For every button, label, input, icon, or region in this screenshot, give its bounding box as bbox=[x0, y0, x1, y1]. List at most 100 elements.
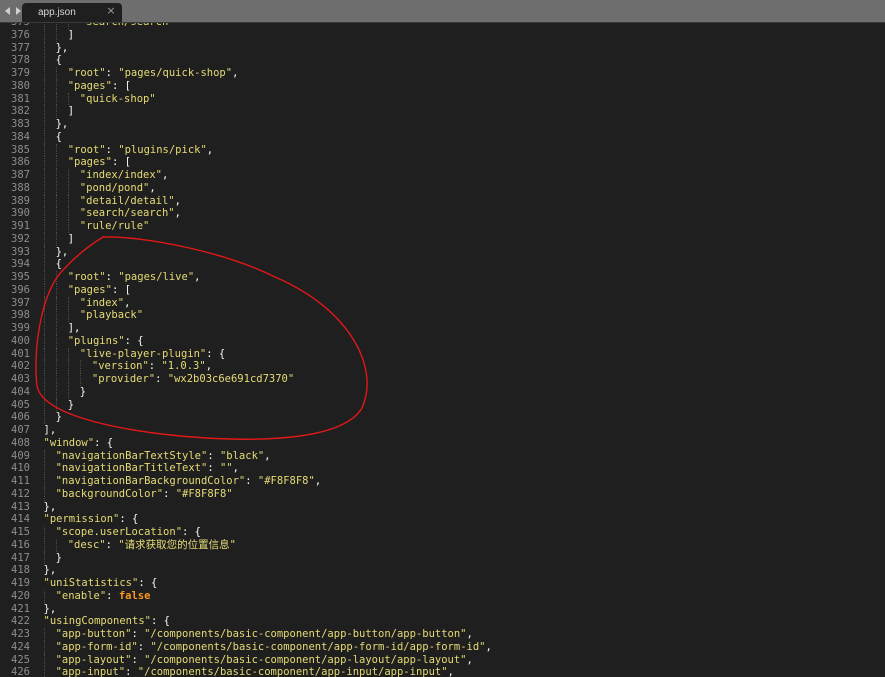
code-text: "app-button": "/components/basic-compone… bbox=[56, 628, 473, 641]
file-tab[interactable]: app.json × bbox=[22, 3, 122, 22]
code-token: false bbox=[118, 589, 151, 602]
indent-guide bbox=[43, 666, 45, 677]
indent-guide bbox=[43, 411, 45, 424]
indent-guide bbox=[43, 589, 45, 603]
code-token: , bbox=[447, 666, 454, 677]
indent-guide bbox=[79, 373, 81, 386]
indent-guide bbox=[67, 194, 69, 208]
indent-guide bbox=[55, 296, 57, 310]
code-token: "app-input" bbox=[55, 666, 126, 677]
code-token: , bbox=[124, 296, 131, 309]
code-text: ] bbox=[68, 29, 74, 42]
code-token: : bbox=[207, 462, 220, 475]
code-token: "app-layout" bbox=[55, 653, 132, 666]
line-number: 376 bbox=[11, 28, 30, 41]
code-token: "usingComponents" bbox=[43, 615, 151, 628]
indent-guide bbox=[55, 309, 57, 322]
indent-guide bbox=[43, 105, 45, 118]
line-number: 416 bbox=[11, 538, 30, 551]
indent-guide bbox=[67, 169, 69, 182]
code-token: , bbox=[194, 271, 201, 283]
tab-navigation bbox=[4, 3, 22, 19]
line-number: 393 bbox=[11, 245, 30, 258]
indent-guide bbox=[55, 156, 57, 169]
code-line: 425 "app-layout": "/components/basic-comp… bbox=[0, 653, 885, 667]
indent-guide bbox=[43, 130, 45, 144]
code-token: , bbox=[206, 143, 214, 156]
indent-guide bbox=[55, 385, 57, 399]
code-text: "provider": "wx2b03c6e691cd7370" bbox=[92, 373, 294, 386]
code-token: , bbox=[174, 207, 181, 220]
forward-arrow-icon[interactable] bbox=[14, 4, 22, 18]
code-token: : { bbox=[182, 526, 201, 538]
close-icon[interactable]: × bbox=[105, 5, 117, 17]
code-token: { bbox=[55, 258, 62, 271]
line-number: 405 bbox=[11, 398, 30, 411]
code-token: } bbox=[67, 398, 75, 411]
code-line: 385 "root": "plugins/pick", bbox=[0, 143, 885, 157]
code-token: : bbox=[148, 360, 162, 373]
code-line: 412 "backgroundColor": "#F8F8F8" bbox=[0, 487, 885, 501]
code-line: 402 "version": "1.0.3", bbox=[0, 360, 885, 373]
indent-guide bbox=[43, 28, 45, 42]
indent-guide bbox=[43, 296, 45, 310]
indent-guide bbox=[43, 398, 45, 412]
indent-guide bbox=[55, 347, 57, 361]
code-token: , bbox=[314, 475, 322, 487]
code-token: "wx2b03c6e691cd7370" bbox=[167, 373, 295, 385]
code-line: 419 "uniStatistics": { bbox=[0, 577, 885, 590]
code-token: , bbox=[232, 462, 239, 475]
back-arrow-icon[interactable] bbox=[4, 4, 12, 18]
tab-bar: app.json × bbox=[0, 0, 885, 23]
indent-guide bbox=[55, 538, 57, 552]
indent-guide bbox=[43, 538, 45, 552]
indent-guide bbox=[67, 373, 69, 386]
indent-guide bbox=[43, 67, 45, 80]
code-token: }, bbox=[43, 500, 57, 513]
code-line: 413}, bbox=[0, 501, 885, 514]
code-line: 422 "usingComponents": { bbox=[0, 615, 885, 628]
code-token: : bbox=[137, 640, 151, 653]
code-token: "pages" bbox=[67, 79, 112, 92]
code-line: 378 { bbox=[0, 54, 885, 67]
code-text: "app-input": "/components/basic-componen… bbox=[56, 666, 454, 677]
code-token: "navigationBarBackgroundColor" bbox=[55, 475, 246, 487]
code-text: "root": "plugins/pick", bbox=[68, 144, 213, 157]
code-token: : bbox=[207, 449, 220, 462]
code-token: , bbox=[161, 169, 169, 181]
code-token: "version" bbox=[91, 360, 149, 373]
line-number: 426 bbox=[11, 666, 30, 677]
file-tab-title: app.json bbox=[38, 7, 76, 18]
line-number: 386 bbox=[11, 156, 30, 169]
line-number: 390 bbox=[11, 207, 30, 220]
code-token: , bbox=[205, 360, 213, 373]
code-line: 416 "desc": "请求获取您的位置信息" bbox=[0, 538, 885, 552]
code-text: ] bbox=[68, 233, 74, 246]
code-text: "quick-shop" bbox=[80, 93, 156, 106]
code-token: "请求获取您的位置信息" bbox=[118, 538, 236, 551]
code-line: 382] bbox=[0, 105, 885, 118]
code-token: , bbox=[485, 640, 492, 653]
code-line: 424 "app-form-id": "/components/basic-com… bbox=[0, 640, 885, 654]
code-editor[interactable]: 375"search/search"376]377},378{379"root"… bbox=[0, 23, 885, 677]
code-token: } bbox=[55, 411, 62, 424]
code-line: 376] bbox=[0, 28, 885, 42]
code-token: { bbox=[55, 130, 62, 143]
indent-guide bbox=[43, 385, 45, 399]
line-number: 396 bbox=[11, 283, 30, 296]
code-token: "root" bbox=[67, 271, 106, 283]
code-line: 383}, bbox=[0, 118, 885, 131]
indent-guide bbox=[43, 194, 45, 208]
code-text: "rule/rule" bbox=[80, 220, 150, 233]
code-token: : { bbox=[124, 334, 144, 347]
line-number: 381 bbox=[11, 92, 30, 105]
code-token: "navigationBarTextStyle" bbox=[55, 449, 208, 462]
code-token: : [ bbox=[111, 283, 131, 296]
code-token: "1.0.3" bbox=[161, 360, 206, 373]
indent-guide bbox=[55, 79, 57, 93]
code-token: "permission" bbox=[43, 513, 120, 526]
line-number: 414 bbox=[11, 513, 30, 526]
indent-guide bbox=[43, 143, 45, 157]
code-text: }, bbox=[56, 246, 69, 259]
code-line: 407], bbox=[0, 424, 885, 437]
